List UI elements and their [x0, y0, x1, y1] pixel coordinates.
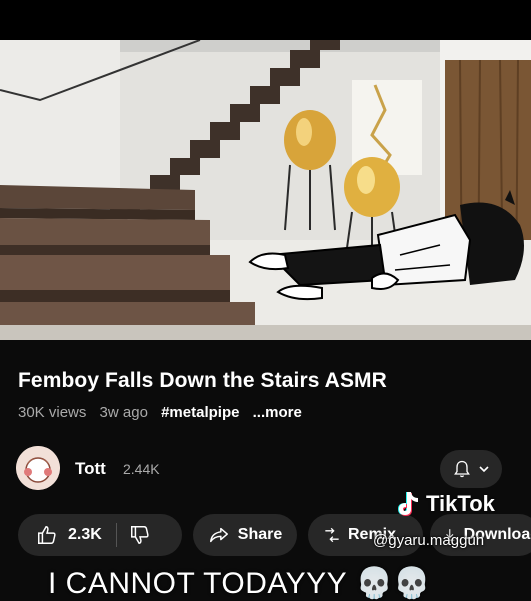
tiktok-brand: TikTok [426, 491, 495, 516]
upload-age: 3w ago [99, 404, 148, 421]
notification-bell-button[interactable] [440, 450, 502, 488]
channel-avatar[interactable] [16, 446, 60, 490]
pill-divider [115, 523, 117, 547]
tiktok-handle: @gyaru.maggun [373, 532, 485, 549]
overlay-caption: I CANNOT TODAYYY 💀💀 [48, 566, 431, 601]
like-count: 2.3K [68, 526, 102, 543]
subscriber-count: 2.44K [123, 461, 160, 477]
video-title[interactable]: Femboy Falls Down the Stairs ASMR [18, 369, 387, 393]
caption-emoji: 💀💀 [355, 567, 432, 600]
share-button[interactable]: Share [193, 514, 297, 556]
like-button[interactable]: 2.3K [18, 514, 102, 556]
like-icon [38, 526, 56, 544]
like-dislike-group: 2.3K [18, 514, 182, 556]
video-meta[interactable]: 30K views 3w ago #metalpipe ...more [18, 404, 311, 421]
video-player[interactable] [0, 40, 531, 340]
bell-icon [454, 460, 470, 478]
caption-text: I CANNOT TODAYYY [48, 567, 347, 600]
channel-name[interactable]: Tott [75, 459, 106, 479]
share-icon [209, 527, 228, 543]
share-label: Share [237, 526, 283, 543]
status-bar [0, 0, 531, 40]
view-count: 30K views [18, 404, 87, 421]
dislike-button[interactable] [129, 514, 151, 556]
tiktok-logo-icon [398, 492, 418, 516]
remix-icon [325, 527, 339, 543]
dislike-icon [130, 526, 149, 544]
tiktok-watermark: TikTok [396, 490, 495, 518]
hashtag-link[interactable]: #metalpipe [161, 404, 239, 421]
chevron-down-icon [479, 466, 489, 473]
more-link[interactable]: ...more [253, 404, 302, 421]
